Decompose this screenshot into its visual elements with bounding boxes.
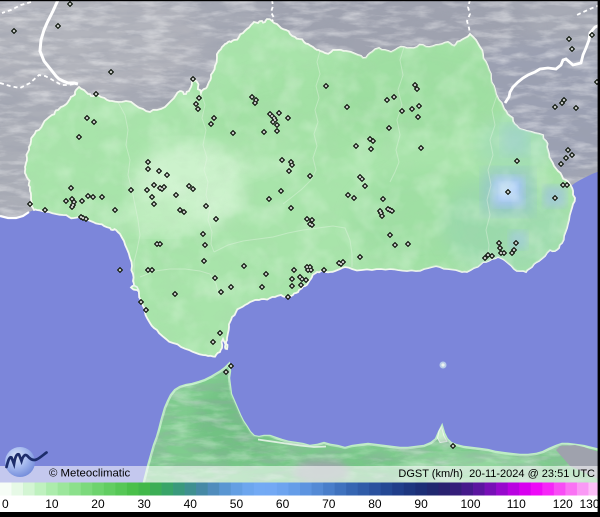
svg-text:© Meteoclimatic: © Meteoclimatic (49, 468, 130, 480)
svg-text:60: 60 (276, 497, 290, 511)
svg-text:110: 110 (507, 497, 526, 511)
svg-text:30: 30 (138, 497, 152, 511)
svg-text:100: 100 (461, 497, 481, 511)
svg-text:10: 10 (45, 497, 59, 511)
svg-text:130: 130 (579, 497, 599, 511)
svg-text:40: 40 (184, 497, 198, 511)
svg-text:70: 70 (322, 497, 336, 511)
svg-text:80: 80 (368, 497, 382, 511)
svg-text:0: 0 (2, 497, 9, 511)
svg-text:DGST (km/h) 20-11-2024 @ 23:5: DGST (km/h) 20-11-2024 @ 23:51 UTC (398, 468, 595, 480)
svg-text:90: 90 (414, 497, 428, 511)
svg-text:50: 50 (230, 497, 244, 511)
svg-text:120: 120 (553, 497, 573, 511)
svg-text:20: 20 (91, 497, 105, 511)
